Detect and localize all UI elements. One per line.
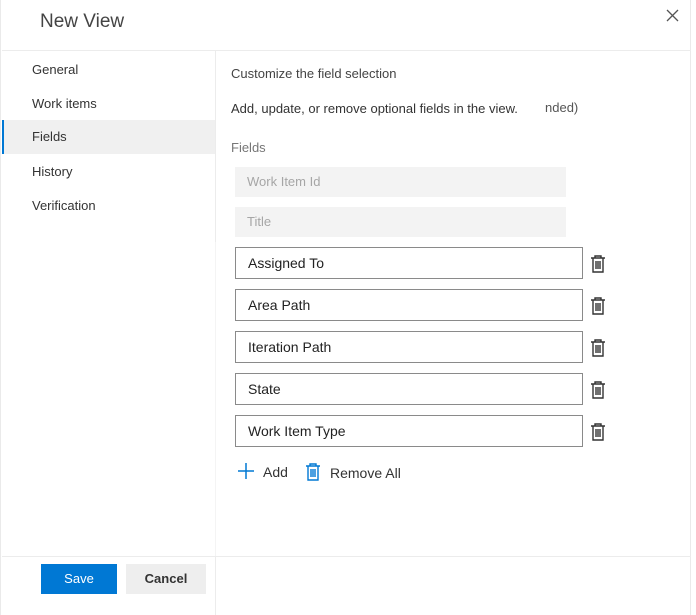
- field-input-work-item-type[interactable]: Work Item Type: [235, 415, 583, 447]
- save-button[interactable]: Save: [41, 564, 117, 594]
- sidebar-item-history[interactable]: History: [2, 155, 215, 189]
- dialog-title: New View: [40, 11, 125, 32]
- header-divider: [2, 50, 691, 51]
- footer-divider: [2, 556, 691, 557]
- field-title-disabled: Title: [235, 207, 566, 237]
- sidebar-item-verification[interactable]: Verification: [2, 189, 215, 223]
- section-title: Customize the field selection: [231, 66, 397, 81]
- add-field-label: Add: [263, 464, 288, 480]
- sidebar-item-fields[interactable]: Fields: [2, 120, 215, 154]
- delete-field-button[interactable]: [589, 422, 607, 442]
- field-input-assigned-to[interactable]: Assigned To: [235, 247, 583, 279]
- footer-divider-vertical: [215, 556, 216, 615]
- delete-field-button[interactable]: [589, 380, 607, 400]
- sidebar-item-work-items[interactable]: Work items: [2, 87, 215, 121]
- field-input-area-path[interactable]: Area Path: [235, 289, 583, 321]
- field-input-state[interactable]: State: [235, 373, 583, 405]
- sidebar-item-general[interactable]: General: [2, 53, 215, 87]
- close-button[interactable]: [663, 6, 683, 26]
- close-icon: [666, 9, 679, 22]
- trash-icon: [591, 255, 605, 273]
- field-work-item-id-disabled: Work Item Id: [235, 167, 566, 197]
- remove-all-label: Remove All: [330, 465, 401, 481]
- field-input-iteration-path[interactable]: Iteration Path: [235, 331, 583, 363]
- fields-label: Fields: [231, 140, 266, 155]
- trash-icon: [591, 423, 605, 441]
- cancel-button[interactable]: Cancel: [126, 564, 206, 594]
- clipped-text: nded): [545, 100, 579, 115]
- section-description: Add, update, or remove optional fields i…: [231, 101, 518, 116]
- delete-field-button[interactable]: [589, 254, 607, 274]
- trash-icon: [591, 339, 605, 357]
- trash-icon: [306, 463, 320, 481]
- trash-icon: [591, 297, 605, 315]
- sidebar-divider: [215, 50, 216, 242]
- trash-icon: [591, 381, 605, 399]
- new-view-dialog: New View General Work items Fields Histo…: [0, 0, 691, 615]
- delete-field-button[interactable]: [589, 338, 607, 358]
- plus-icon: [238, 463, 254, 479]
- delete-field-button[interactable]: [589, 296, 607, 316]
- sidebar-divider-faint: [215, 242, 216, 556]
